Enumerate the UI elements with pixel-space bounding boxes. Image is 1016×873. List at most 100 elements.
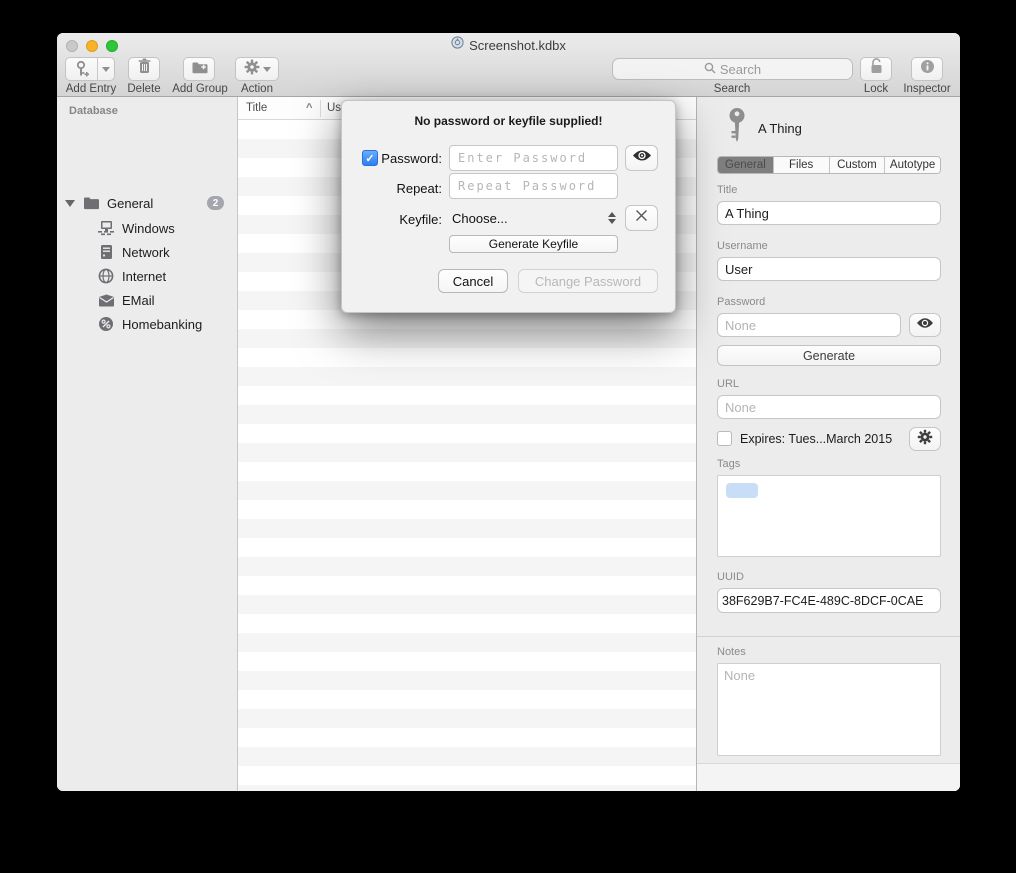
dialog-password-label: Password:: [380, 151, 442, 166]
inspector-panel: A Thing General Files Custom Autotype Ti…: [696, 97, 960, 791]
sidebar-item-label: Windows: [122, 221, 175, 236]
search-label: Search: [707, 83, 757, 95]
add-entry-button[interactable]: [65, 57, 115, 81]
key-plus-icon: [66, 60, 97, 78]
action-button[interactable]: [235, 57, 279, 81]
uuid-field[interactable]: [717, 588, 941, 613]
sidebar-item-network[interactable]: Network: [57, 241, 238, 263]
sidebar-item-label: Network: [122, 245, 170, 260]
uuid-label: UUID: [717, 571, 744, 583]
title-field-label: Title: [717, 184, 737, 196]
sidebar-item-label: General: [107, 196, 153, 211]
generate-password-button[interactable]: Generate: [717, 345, 941, 366]
column-divider[interactable]: [320, 100, 321, 117]
app-window: Screenshot.kdbx Add Entry Delete Add Gro…: [57, 33, 960, 791]
generate-keyfile-button[interactable]: Generate Keyfile: [449, 235, 618, 253]
notes-field[interactable]: [717, 663, 941, 756]
sidebar-item-label: Internet: [122, 269, 166, 284]
lock-label: Lock: [853, 83, 899, 95]
inspector-tabs: General Files Custom Autotype: [717, 156, 941, 174]
tags-label: Tags: [717, 458, 740, 470]
tab-autotype[interactable]: Autotype: [884, 157, 940, 173]
keyfile-popup[interactable]: Choose...: [452, 211, 508, 226]
x-icon: [635, 209, 648, 227]
tags-field[interactable]: [717, 475, 941, 557]
delete-button[interactable]: [128, 57, 160, 81]
add-entry-dropdown[interactable]: [97, 58, 114, 80]
search-icon: [704, 62, 716, 77]
eye-icon: [632, 149, 652, 167]
folder-plus-icon: [191, 59, 208, 79]
expires-row: Expires: Tues...March 2015: [717, 431, 892, 446]
change-password-button[interactable]: Change Password: [518, 269, 658, 293]
action-label: Action: [232, 83, 282, 95]
sidebar-item-label: Homebanking: [122, 317, 202, 332]
sidebar-item-homebanking[interactable]: Homebanking: [57, 313, 238, 335]
password-field[interactable]: [717, 313, 901, 337]
add-group-label: Add Group: [169, 83, 231, 95]
expires-settings-button[interactable]: [909, 427, 941, 451]
trash-icon: [137, 58, 152, 80]
add-entry-label: Add Entry: [61, 83, 121, 95]
tab-files[interactable]: Files: [773, 157, 829, 173]
window-title-area: Screenshot.kdbx: [57, 36, 960, 54]
username-field-label: Username: [717, 240, 768, 252]
entry-count-badge: 2: [207, 196, 224, 210]
clear-keyfile-button[interactable]: [625, 205, 658, 231]
reveal-password-button[interactable]: [625, 145, 658, 171]
delete-label: Delete: [119, 83, 169, 95]
url-field-label: URL: [717, 378, 739, 390]
key-icon: [724, 107, 750, 152]
username-field[interactable]: [717, 257, 941, 281]
folder-icon: [82, 194, 100, 212]
titlebar-toolbar: Screenshot.kdbx Add Entry Delete Add Gro…: [57, 33, 960, 97]
search-input[interactable]: Search: [612, 58, 853, 80]
tab-general[interactable]: General: [718, 157, 773, 173]
checkmark-icon: ✓: [365, 152, 374, 165]
sidebar-item-label: EMail: [122, 293, 155, 308]
window-title: Screenshot.kdbx: [469, 38, 566, 53]
sidebar-item-general[interactable]: General 2: [57, 192, 238, 214]
sidebar-item-windows[interactable]: Windows: [57, 217, 238, 239]
enter-password-input[interactable]: [449, 145, 618, 171]
envelope-icon: [97, 291, 115, 309]
inspector-footer: [697, 763, 960, 791]
title-field[interactable]: [717, 201, 941, 225]
tab-custom[interactable]: Custom: [829, 157, 885, 173]
column-title[interactable]: Title: [246, 102, 267, 114]
add-group-button[interactable]: [183, 57, 215, 81]
cancel-button[interactable]: Cancel: [438, 269, 508, 293]
notes-label: Notes: [717, 646, 746, 658]
change-password-dialog: No password or keyfile supplied! ✓ Passw…: [341, 100, 676, 313]
info-icon: [920, 59, 935, 79]
password-field-label: Password: [717, 296, 765, 308]
eye-icon: [916, 316, 934, 334]
show-password-button[interactable]: [909, 313, 941, 337]
search-placeholder: Search: [720, 62, 761, 77]
repeat-password-input[interactable]: [449, 173, 618, 199]
lock-open-icon: [869, 58, 884, 80]
sidebar-item-internet[interactable]: Internet: [57, 265, 238, 287]
server-icon: [97, 243, 115, 261]
dialog-repeat-label: Repeat:: [342, 181, 442, 196]
sidebar-item-email[interactable]: EMail: [57, 289, 238, 311]
chevron-down-icon: [102, 67, 110, 72]
inspector-button[interactable]: [911, 57, 943, 81]
tag-pill[interactable]: [726, 483, 758, 498]
globe-icon: [97, 267, 115, 285]
disclosure-triangle-icon[interactable]: [65, 200, 75, 207]
sort-ascending-icon: ^: [306, 102, 312, 114]
document-proxy-icon[interactable]: [451, 36, 464, 54]
sidebar-section-header: Database: [69, 105, 118, 117]
expires-checkbox[interactable]: [717, 431, 732, 446]
url-field[interactable]: [717, 395, 941, 419]
expires-label: Expires: Tues...March 2015: [740, 432, 892, 446]
gear-icon: [244, 59, 260, 80]
dialog-keyfile-label: Keyfile:: [342, 212, 442, 227]
gear-icon: [917, 429, 933, 450]
chevron-down-icon: [263, 67, 271, 72]
password-checkbox[interactable]: ✓: [362, 150, 378, 166]
stepper-icon[interactable]: [605, 207, 618, 229]
percent-icon: [97, 315, 115, 333]
lock-button[interactable]: [860, 57, 892, 81]
